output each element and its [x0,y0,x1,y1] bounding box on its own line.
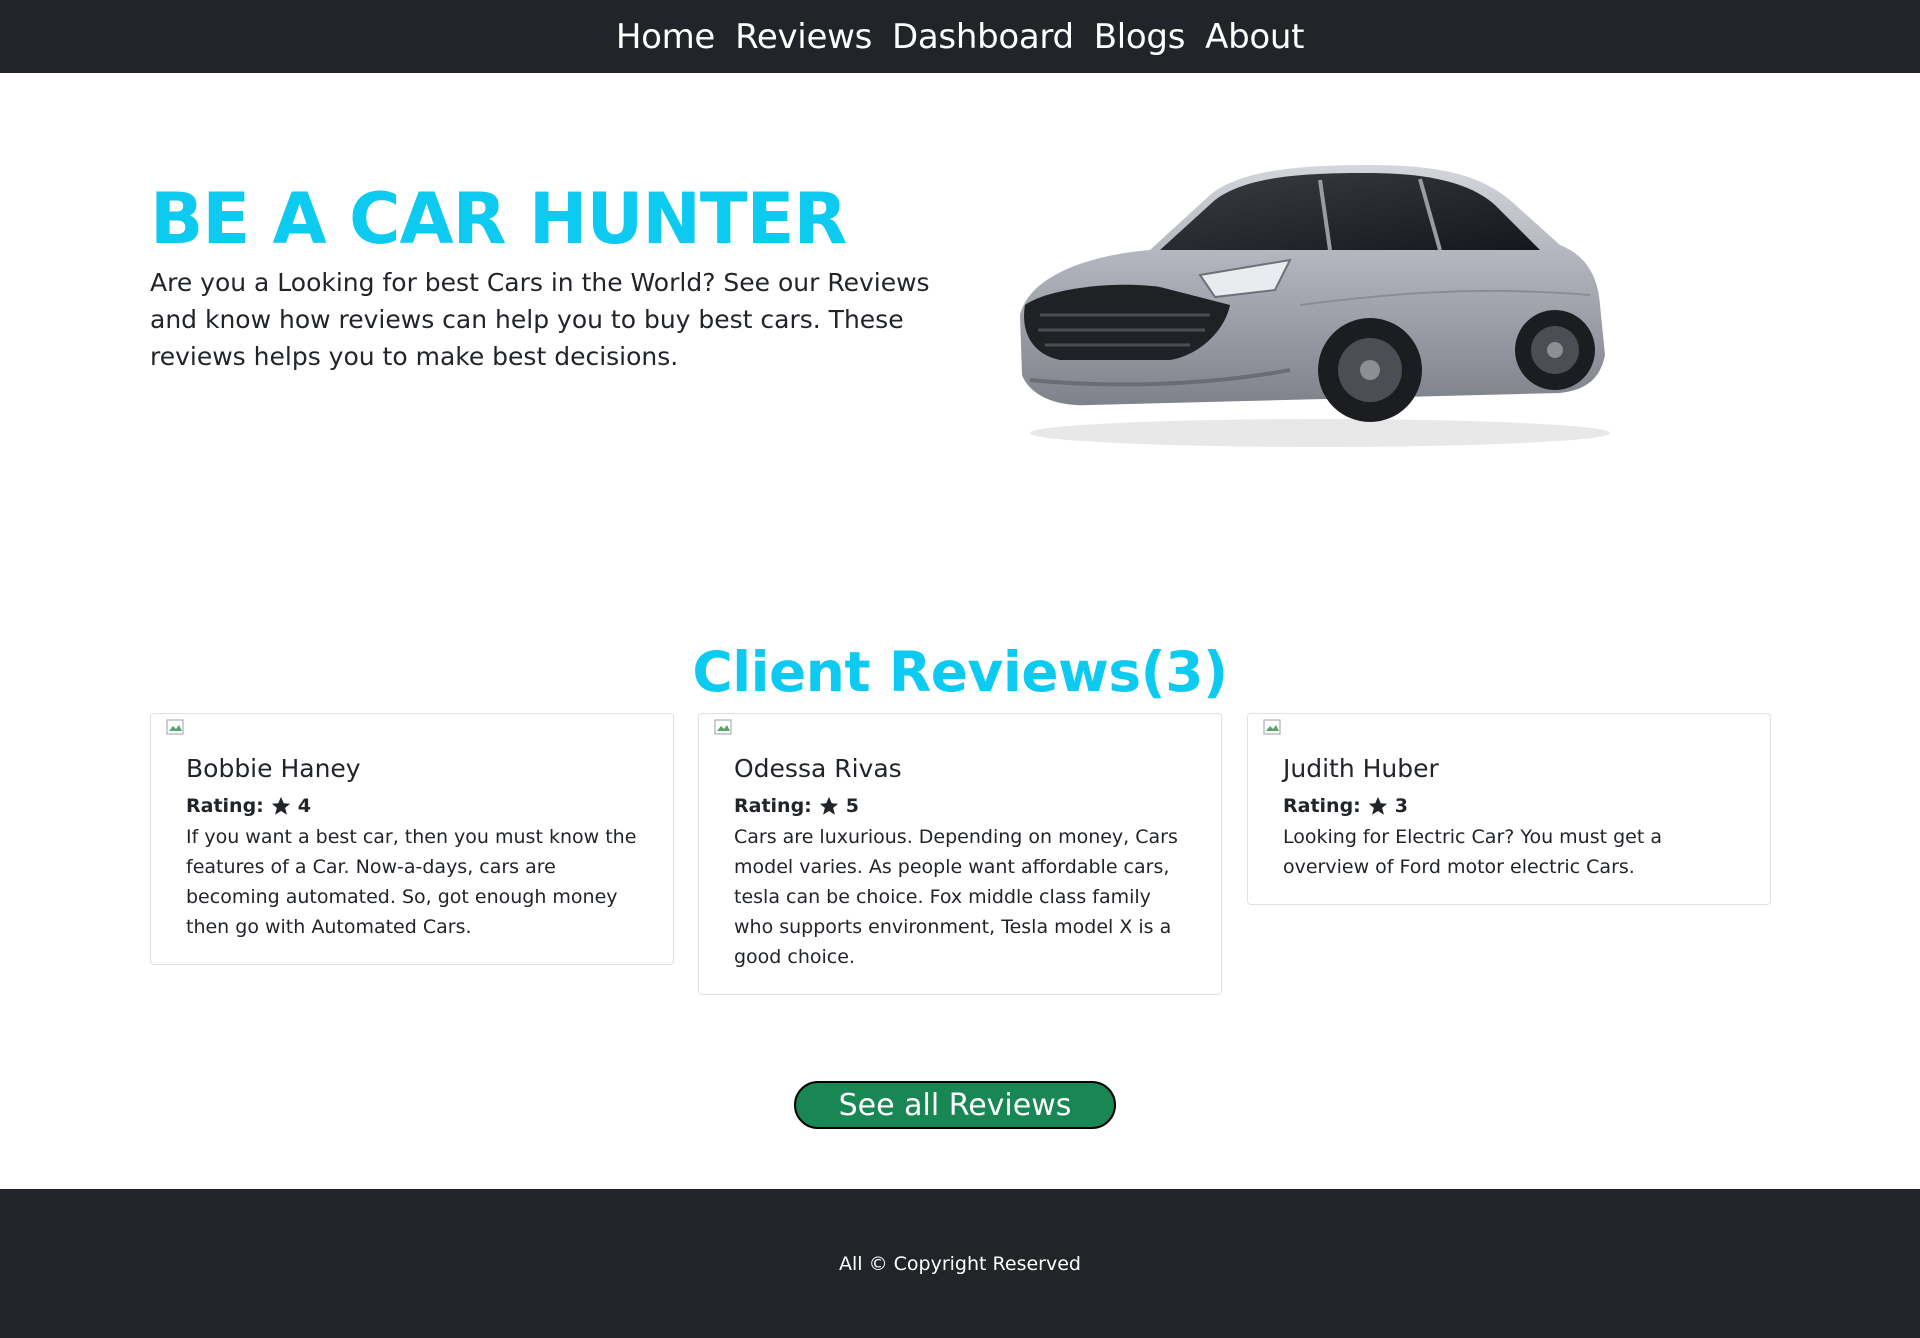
copyright-text: All © Copyright Reserved [839,1252,1081,1275]
hero-text: Are you a Looking for best Cars in the W… [150,268,930,371]
navbar: Home Reviews Dashboard Blogs About [0,0,1920,73]
review-card: Odessa Rivas Rating: 5 Cars are luxuriou… [698,713,1222,995]
hero-title: BE A CAR HUNTER [150,178,847,260]
rating-label: Rating: [1283,795,1361,817]
car-image [1020,165,1610,447]
star-icon [271,796,290,815]
rating: Rating: 5 [734,795,1186,817]
rating-value: 5 [845,795,860,817]
review-card: Bobbie Haney Rating: 4 If you want a bes… [150,713,674,965]
see-all-reviews-button[interactable]: See all Reviews [794,1081,1116,1129]
broken-image-icon [714,719,732,735]
review-text: Cars are luxurious. Depending on money, … [734,826,1178,968]
reviewer-name: Bobbie Haney [186,754,361,783]
reviews-title: Client Reviews(3) [692,640,1228,704]
rating-value: 3 [1394,795,1409,817]
nav-about[interactable]: About [1205,17,1304,57]
rating: Rating: 4 [186,795,638,817]
star-icon [819,796,838,815]
star-icon [1368,796,1387,815]
reviewer-name: Odessa Rivas [734,754,902,783]
rating: Rating: 3 [1283,795,1735,817]
broken-image-icon [166,719,184,735]
broken-image-icon [1263,719,1281,735]
rating-label: Rating: [186,795,264,817]
rating-value: 4 [297,795,312,817]
review-text: Looking for Electric Car? You must get a… [1283,826,1662,878]
nav-blogs[interactable]: Blogs [1094,17,1186,57]
review-text: If you want a best car, then you must kn… [186,826,637,938]
review-card: Judith Huber Rating: 3 Looking for Elect… [1247,713,1771,905]
reviewer-name: Judith Huber [1283,754,1439,783]
nav-reviews[interactable]: Reviews [735,17,872,57]
nav-dashboard[interactable]: Dashboard [892,17,1074,57]
footer: All © Copyright Reserved [0,1189,1920,1338]
rating-label: Rating: [734,795,812,817]
nav-home[interactable]: Home [616,17,716,57]
